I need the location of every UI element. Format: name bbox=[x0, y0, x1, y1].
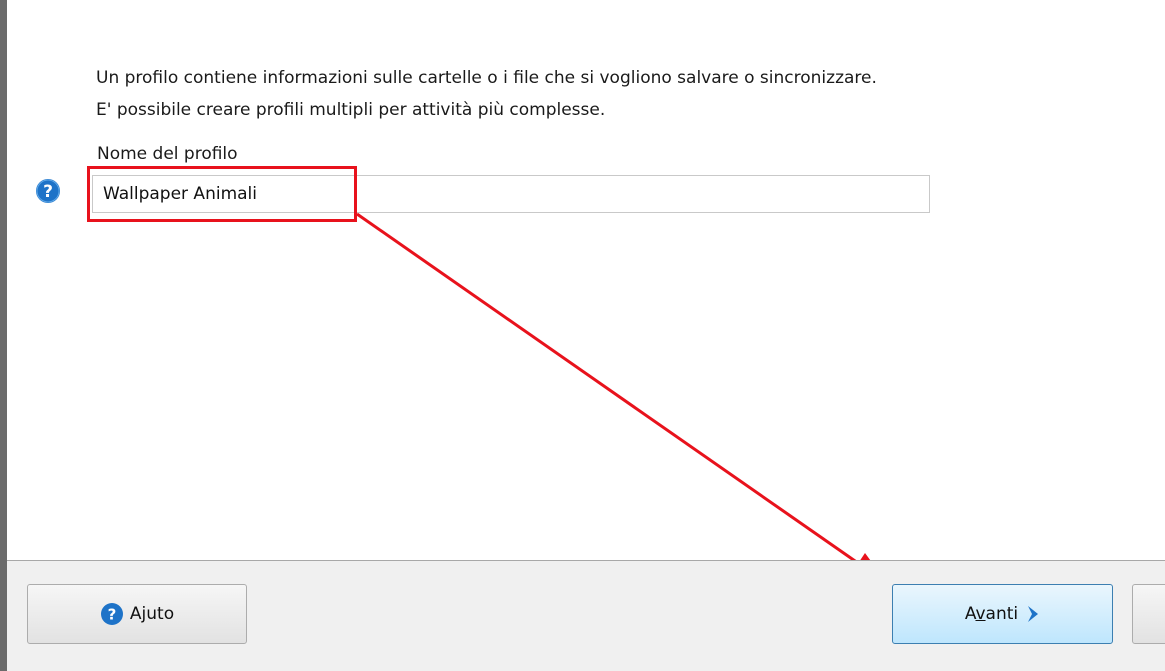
wizard-window: Un profilo contiene informazioni sulle c… bbox=[0, 0, 1165, 671]
wizard-footer: ? Ajuto Avanti bbox=[7, 560, 1165, 671]
description-line-1: Un profilo contiene informazioni sulle c… bbox=[96, 68, 877, 88]
chevron-right-icon bbox=[1028, 606, 1039, 622]
help-button-label: Ajuto bbox=[129, 604, 175, 624]
profile-name-label: Nome del profilo bbox=[97, 144, 238, 164]
next-button[interactable]: Avanti bbox=[892, 584, 1113, 644]
description-line-2: E' possibile creare profili multipli per… bbox=[96, 100, 606, 120]
description-text: Un profilo contiene informazioni sulle c… bbox=[96, 62, 877, 126]
question-circle-icon: ? bbox=[100, 603, 123, 625]
cancel-button-partial[interactable] bbox=[1132, 584, 1165, 644]
profile-name-input[interactable] bbox=[92, 175, 930, 213]
question-circle-icon[interactable]: ? bbox=[35, 178, 61, 204]
svg-text:?: ? bbox=[108, 606, 117, 624]
window-left-border bbox=[0, 0, 7, 671]
next-button-label: Avanti bbox=[964, 604, 1019, 624]
help-button[interactable]: ? Ajuto bbox=[27, 584, 247, 644]
svg-text:?: ? bbox=[43, 182, 53, 202]
